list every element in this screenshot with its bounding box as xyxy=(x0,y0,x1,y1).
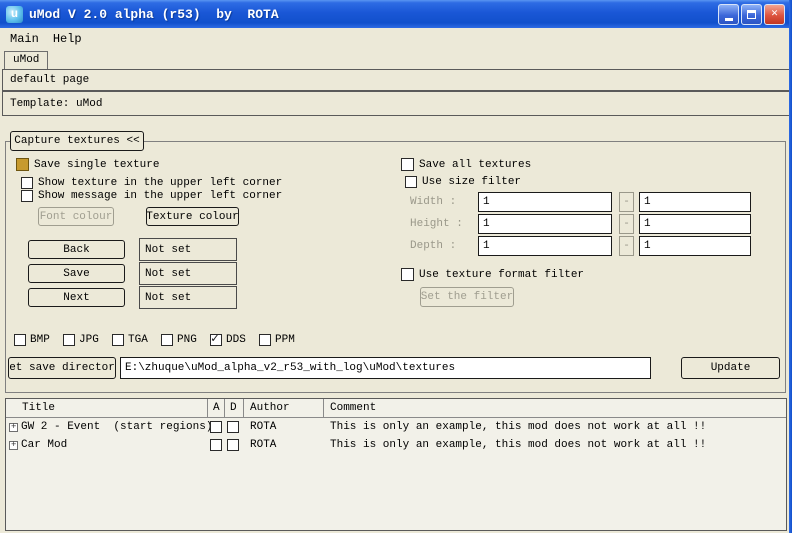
set-filter-button[interactable]: Set the filter xyxy=(420,287,514,307)
format-jpg-label: JPG xyxy=(79,334,99,346)
mod-row-d-checkbox[interactable] xyxy=(227,439,239,451)
depth-min-input[interactable] xyxy=(478,236,612,256)
mod-row-a-checkbox[interactable] xyxy=(210,439,222,451)
texture-slot-2: Not set xyxy=(139,262,237,285)
column-header-d[interactable]: D xyxy=(230,402,237,414)
column-header-comment[interactable]: Comment xyxy=(330,402,376,414)
format-dds-label: DDS xyxy=(226,334,246,346)
menu-bar: Main Help xyxy=(0,28,792,50)
title-bar: u uMod V 2.0 alpha (r53) by ROTA xyxy=(0,0,792,28)
column-divider xyxy=(207,399,208,417)
mod-list: Title A D Author Comment GW 2 - Event (s… xyxy=(5,398,787,531)
use-format-filter-checkbox[interactable] xyxy=(401,268,414,281)
height-range-separator: - xyxy=(619,214,634,234)
set-save-directory-button[interactable]: et save director xyxy=(8,357,116,379)
format-tga-checkbox[interactable] xyxy=(112,334,124,346)
column-divider xyxy=(224,399,225,417)
expand-icon[interactable] xyxy=(9,423,18,432)
show-message-label: Show message in the upper left corner xyxy=(38,190,282,202)
save-directory-path-input[interactable] xyxy=(120,357,651,379)
page-name: default page xyxy=(10,74,89,86)
template-label: Template: uMod xyxy=(10,98,102,110)
format-ppm-checkbox[interactable] xyxy=(259,334,271,346)
column-header-a[interactable]: A xyxy=(213,402,220,414)
mod-row-title[interactable]: Car Mod xyxy=(21,439,67,451)
format-dds-checkbox[interactable] xyxy=(210,334,222,346)
column-divider xyxy=(323,399,324,417)
height-max-input[interactable] xyxy=(639,214,751,234)
back-button[interactable]: Back xyxy=(28,240,125,259)
use-size-filter-checkbox[interactable] xyxy=(405,176,417,188)
maximize-icon xyxy=(747,10,756,19)
column-header-title[interactable]: Title xyxy=(22,402,55,414)
width-label: Width : xyxy=(410,196,456,208)
use-size-filter-label: Use size filter xyxy=(422,176,521,188)
save-button[interactable]: Save xyxy=(28,264,125,283)
capture-textures-toggle-button[interactable]: Capture textures << xyxy=(10,131,144,151)
format-ppm-label: PPM xyxy=(275,334,295,346)
umod-logo-icon: u xyxy=(6,6,23,23)
minimize-icon xyxy=(725,18,733,21)
column-divider xyxy=(243,399,244,417)
font-colour-button[interactable]: Font colour xyxy=(38,207,114,226)
format-png-checkbox[interactable] xyxy=(161,334,173,346)
update-button[interactable]: Update xyxy=(681,357,780,379)
height-min-input[interactable] xyxy=(478,214,612,234)
format-bmp-checkbox[interactable] xyxy=(14,334,26,346)
texture-slot-1: Not set xyxy=(139,238,237,261)
show-message-checkbox[interactable] xyxy=(21,190,33,202)
save-all-textures-label: Save all textures xyxy=(419,159,531,171)
close-icon xyxy=(771,8,778,20)
window-title: uMod V 2.0 alpha (r53) by ROTA xyxy=(29,7,718,22)
page-name-box: default page xyxy=(2,69,790,91)
mod-row-author: ROTA xyxy=(250,421,276,433)
height-label: Height : xyxy=(410,218,463,230)
mod-row-comment: This is only an example, this mod does n… xyxy=(330,421,706,433)
use-format-filter-label: Use texture format filter xyxy=(419,269,584,281)
template-box: Template: uMod xyxy=(2,91,790,116)
show-texture-label: Show texture in the upper left corner xyxy=(38,177,282,189)
format-jpg-checkbox[interactable] xyxy=(63,334,75,346)
minimize-button[interactable] xyxy=(718,4,739,25)
width-min-input[interactable] xyxy=(478,192,612,212)
save-single-texture-checkbox[interactable] xyxy=(16,158,29,171)
depth-max-input[interactable] xyxy=(639,236,751,256)
header-divider xyxy=(6,417,786,418)
column-header-author[interactable]: Author xyxy=(250,402,290,414)
texture-slot-3: Not set xyxy=(139,286,237,309)
save-all-textures-checkbox[interactable] xyxy=(401,158,414,171)
mod-row-author: ROTA xyxy=(250,439,276,451)
texture-colour-button[interactable]: Texture colour xyxy=(146,207,239,226)
depth-range-separator: - xyxy=(619,236,634,256)
mod-row-title[interactable]: GW 2 - Event (start regions) xyxy=(21,421,212,433)
mod-row-a-checkbox[interactable] xyxy=(210,421,222,433)
depth-label: Depth : xyxy=(410,240,456,252)
tab-umod[interactable]: uMod xyxy=(4,51,48,69)
width-range-separator: - xyxy=(619,192,634,212)
save-single-texture-label: Save single texture xyxy=(34,159,159,171)
close-button[interactable] xyxy=(764,4,785,25)
mod-row-d-checkbox[interactable] xyxy=(227,421,239,433)
next-button[interactable]: Next xyxy=(28,288,125,307)
maximize-button[interactable] xyxy=(741,4,762,25)
format-png-label: PNG xyxy=(177,334,197,346)
width-max-input[interactable] xyxy=(639,192,751,212)
expand-icon[interactable] xyxy=(9,441,18,450)
format-tga-label: TGA xyxy=(128,334,148,346)
menu-help[interactable]: Help xyxy=(47,30,88,48)
window-controls xyxy=(718,4,785,25)
menu-main[interactable]: Main xyxy=(4,30,45,48)
show-texture-checkbox[interactable] xyxy=(21,177,33,189)
mod-row-comment: This is only an example, this mod does n… xyxy=(330,439,706,451)
format-bmp-label: BMP xyxy=(30,334,50,346)
